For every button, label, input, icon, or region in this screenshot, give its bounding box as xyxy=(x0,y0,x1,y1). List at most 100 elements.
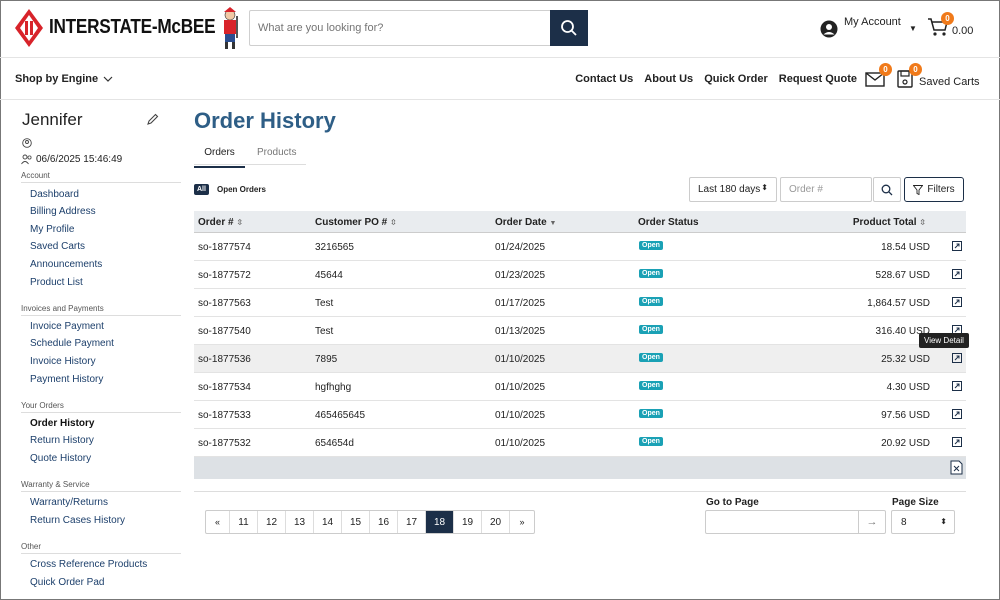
col-order-date[interactable]: Order Date ▼ xyxy=(495,217,556,228)
sidebar-item-saved-carts[interactable]: Saved Carts xyxy=(30,241,85,252)
sidebar-item-billing-address[interactable]: Billing Address xyxy=(30,206,96,217)
order-number-link[interactable]: so-1877563 xyxy=(198,298,251,309)
last-login-text: 06/6/2025 15:46:49 xyxy=(36,154,123,165)
shop-by-engine-menu[interactable]: Shop by Engine xyxy=(15,73,113,85)
pager-next[interactable]: » xyxy=(510,511,534,533)
table-header: Order # ⇳ Customer PO # ⇳ Order Date ▼ O… xyxy=(194,211,966,233)
order-date: 01/10/2025 xyxy=(495,354,546,365)
order-date: 01/10/2025 xyxy=(495,410,546,421)
sidebar-item-product-list[interactable]: Product List xyxy=(30,277,83,288)
tab-products[interactable]: Products xyxy=(257,147,296,158)
status-badge: Open xyxy=(639,325,663,334)
page-title: Order History xyxy=(194,108,336,133)
my-account-menu[interactable]: My Account ▼ xyxy=(820,16,917,38)
sidebar-item-payment-history[interactable]: Payment History xyxy=(30,374,103,385)
table-row: so-1877572 45644 01/23/2025 Open 528.67 USD xyxy=(194,261,966,289)
sidebar-item-announcements[interactable]: Announcements xyxy=(30,259,102,270)
filter-all-pill[interactable]: All xyxy=(194,184,209,195)
nav-contact-us[interactable]: Contact Us xyxy=(575,73,633,85)
view-detail-icon[interactable] xyxy=(952,381,962,391)
col-order-number[interactable]: Order # ⇳ xyxy=(198,217,243,228)
pager-page[interactable]: 20 xyxy=(482,511,510,533)
view-detail-icon[interactable] xyxy=(952,437,962,447)
pager-prev[interactable]: « xyxy=(206,511,230,533)
pager-page[interactable]: 17 xyxy=(398,511,426,533)
sidebar-item-dashboard[interactable]: Dashboard xyxy=(30,189,79,200)
tab-orders[interactable]: Orders xyxy=(194,147,245,168)
order-number-input[interactable]: Order # xyxy=(780,177,872,202)
col-customer-po[interactable]: Customer PO # ⇳ xyxy=(315,217,397,228)
saved-carts-button[interactable]: 0 xyxy=(897,63,922,91)
filters-button[interactable]: Filters xyxy=(904,177,964,202)
pager-page[interactable]: 18 xyxy=(426,511,454,533)
saved-count-badge: 0 xyxy=(909,63,922,76)
order-number-link[interactable]: so-1877540 xyxy=(198,326,251,337)
order-search-button[interactable] xyxy=(873,177,901,202)
nav-quick-order[interactable]: Quick Order xyxy=(704,73,768,85)
view-detail-icon[interactable] xyxy=(952,409,962,419)
view-detail-icon[interactable] xyxy=(952,353,962,363)
edit-pencil-icon[interactable] xyxy=(147,113,159,125)
col-product-total[interactable]: Product Total ⇳ xyxy=(853,217,926,228)
sort-icon: ⇳ xyxy=(236,218,244,227)
go-to-page-button[interactable]: → xyxy=(858,511,885,533)
pager-page[interactable]: 16 xyxy=(370,511,398,533)
export-excel-icon[interactable] xyxy=(950,460,963,475)
filter-open-orders[interactable]: Open Orders xyxy=(217,185,266,194)
pager-page[interactable]: 19 xyxy=(454,511,482,533)
logo-diamond-icon xyxy=(15,9,43,47)
order-number-link[interactable]: so-1877574 xyxy=(198,242,251,253)
sidebar-item-return-history[interactable]: Return History xyxy=(30,435,94,446)
view-detail-icon[interactable] xyxy=(952,241,962,251)
sort-updown-icon: ⬍ xyxy=(940,517,947,526)
order-number-link[interactable]: so-1877536 xyxy=(198,354,251,365)
mail-count-badge: 0 xyxy=(879,63,892,76)
pager-page[interactable]: 14 xyxy=(314,511,342,533)
view-detail-icon[interactable] xyxy=(952,297,962,307)
view-detail-icon[interactable] xyxy=(952,269,962,279)
sidebar-item-my-profile[interactable]: My Profile xyxy=(30,224,74,235)
sidebar-item-quote-history[interactable]: Quote History xyxy=(30,453,91,464)
users-icon xyxy=(21,154,32,165)
sidebar-item-invoice-payment[interactable]: Invoice Payment xyxy=(30,321,104,332)
pager-page[interactable]: 12 xyxy=(258,511,286,533)
table-row: so-1877534 hgfhghg 01/10/2025 Open 4.30 USD xyxy=(194,373,966,401)
site-logo[interactable]: INTERSTATE-McBEE xyxy=(14,6,244,52)
sidebar-item-warranty-returns[interactable]: Warranty/Returns xyxy=(30,497,108,508)
pager-page[interactable]: 13 xyxy=(286,511,314,533)
order-number-link[interactable]: so-1877533 xyxy=(198,410,251,421)
period-select[interactable]: Last 180 days ⬍ xyxy=(689,177,777,202)
product-total: 528.67 USD xyxy=(875,270,930,281)
sidebar-section-warranty: Warranty & Service xyxy=(21,480,181,492)
go-to-page-label: Go to Page xyxy=(706,497,759,508)
sidebar-item-order-history[interactable]: Order History xyxy=(30,418,94,429)
status-badge: Open xyxy=(639,297,663,306)
search-input[interactable] xyxy=(258,11,548,45)
pager-page[interactable]: 11 xyxy=(230,511,258,533)
order-number-link[interactable]: so-1877532 xyxy=(198,438,251,449)
messages-button[interactable]: 0 xyxy=(865,63,892,91)
chevron-down-icon xyxy=(103,76,113,82)
page-size-label: Page Size xyxy=(892,497,939,508)
status-badge: Open xyxy=(639,241,663,250)
nav-about-us[interactable]: About Us xyxy=(644,73,693,85)
pager-page[interactable]: 15 xyxy=(342,511,370,533)
sidebar-item-cross-reference[interactable]: Cross Reference Products xyxy=(30,559,147,570)
sidebar-item-invoice-history[interactable]: Invoice History xyxy=(30,356,96,367)
order-date: 01/10/2025 xyxy=(495,438,546,449)
sort-icon: ⇳ xyxy=(919,218,926,227)
page-size-select[interactable]: 8 ⬍ xyxy=(891,510,955,534)
order-number-link[interactable]: so-1877572 xyxy=(198,270,251,281)
saved-carts-label[interactable]: Saved Carts xyxy=(919,76,980,88)
search-button[interactable] xyxy=(550,10,588,46)
order-number-link[interactable]: so-1877534 xyxy=(198,382,251,393)
order-date: 01/10/2025 xyxy=(495,382,546,393)
cart-button[interactable]: 0 xyxy=(927,12,954,40)
go-to-page-input[interactable]: → xyxy=(705,510,886,534)
my-account-label: My Account xyxy=(844,16,901,28)
nav-request-quote[interactable]: Request Quote xyxy=(779,73,857,85)
sidebar-item-return-cases-history[interactable]: Return Cases History xyxy=(30,515,125,526)
product-total: 97.56 USD xyxy=(881,410,930,421)
sidebar-item-quick-order-pad[interactable]: Quick Order Pad xyxy=(30,577,104,588)
sidebar-item-schedule-payment[interactable]: Schedule Payment xyxy=(30,338,114,349)
